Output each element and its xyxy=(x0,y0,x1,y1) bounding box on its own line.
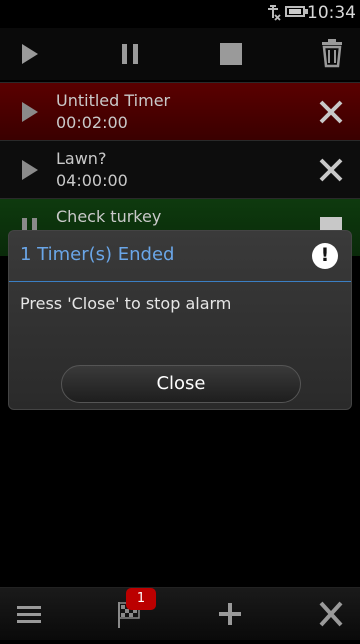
pause-icon xyxy=(122,44,138,64)
stop-all-button[interactable] xyxy=(201,28,261,80)
delete-button[interactable] xyxy=(302,28,360,80)
add-timer-button[interactable] xyxy=(200,588,260,640)
timer-time: 00:02:00 xyxy=(56,113,128,132)
pause-all-button[interactable] xyxy=(100,28,160,80)
timer-time: 04:00:00 xyxy=(56,171,128,190)
battery-icon xyxy=(285,6,305,17)
timer-row[interactable]: Untitled Timer 00:02:00 xyxy=(0,82,360,140)
options-menu-button[interactable] xyxy=(0,588,60,640)
alarm-dialog: 1 Timer(s) Ended ! Press 'Close' to stop… xyxy=(8,230,352,410)
play-all-button[interactable] xyxy=(0,28,60,80)
close-icon[interactable] xyxy=(318,157,344,183)
close-button[interactable]: Close xyxy=(61,365,301,403)
exit-button[interactable] xyxy=(300,588,360,640)
stop-icon xyxy=(220,43,242,65)
play-icon xyxy=(22,44,38,64)
dialog-message: Press 'Close' to stop alarm xyxy=(20,294,232,313)
status-bar: 10:34 xyxy=(0,0,360,28)
dialog-header: 1 Timer(s) Ended ! xyxy=(9,231,351,282)
bottom-bar: 1 xyxy=(0,587,360,640)
alert-icon: ! xyxy=(312,243,338,269)
close-icon[interactable] xyxy=(318,99,344,125)
no-signal-icon xyxy=(268,5,281,21)
dialog-title: 1 Timer(s) Ended xyxy=(20,244,175,265)
notification-badge: 1 xyxy=(126,588,156,610)
play-icon[interactable] xyxy=(20,100,40,124)
trash-icon xyxy=(322,39,342,68)
clock: 10:34 xyxy=(307,3,356,23)
menu-icon xyxy=(17,606,41,623)
timer-name: Check turkey xyxy=(56,207,162,226)
timer-toolbar xyxy=(0,28,360,80)
exit-icon xyxy=(319,601,343,627)
add-icon xyxy=(219,603,241,625)
play-icon[interactable] xyxy=(20,158,40,182)
timer-name: Untitled Timer xyxy=(56,91,171,110)
timer-name: Lawn? xyxy=(56,149,107,168)
timer-row[interactable]: Lawn? 04:00:00 xyxy=(0,140,360,198)
